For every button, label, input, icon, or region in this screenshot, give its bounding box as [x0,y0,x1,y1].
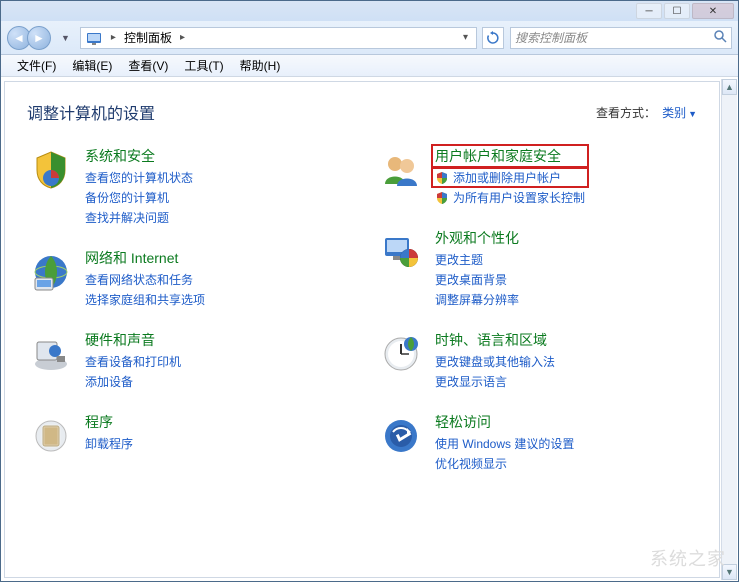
category-link[interactable]: 添加设备 [85,373,181,390]
category-link[interactable]: 查找并解决问题 [85,209,193,226]
chevron-down-icon[interactable]: ▾ [459,32,472,43]
page-title: 调整计算机的设置 [27,100,155,124]
chevron-right-icon: ▸ [176,32,189,43]
category-icon [377,228,425,276]
link-text: 查看您的计算机状态 [85,169,193,186]
minimize-button[interactable]: ─ [636,3,662,19]
category-icon [27,330,75,378]
title-bar: ─ ☐ ✕ [1,1,738,21]
category-title[interactable]: 轻松访问 [435,412,574,432]
category-icon [27,146,75,194]
link-text: 更改键盘或其他输入法 [435,353,555,370]
link-text: 添加或删除用户帐户 [453,169,561,186]
link-text: 卸载程序 [85,435,133,452]
category-title[interactable]: 系统和安全 [85,146,193,166]
link-text: 查找并解决问题 [85,209,169,226]
category-link[interactable]: 更改键盘或其他输入法 [435,353,555,370]
content-area: 调整计算机的设置 查看方式： 类别▼ 系统和安全查看您的计算机状态备份您的计算机… [4,81,720,578]
category-title[interactable]: 用户帐户和家庭安全 [431,144,589,168]
category-title[interactable]: 网络和 Internet [85,248,205,268]
link-text: 选择家庭组和共享选项 [85,291,205,308]
search-icon[interactable] [713,29,727,46]
category-title[interactable]: 外观和个性化 [435,228,519,248]
menu-file[interactable]: 文件(F) [9,57,64,74]
scroll-down-button[interactable]: ▼ [722,564,737,580]
menu-bar: 文件(F) 编辑(E) 查看(V) 工具(T) 帮助(H) [1,55,738,77]
nav-forward-button[interactable]: ► [27,26,51,50]
category-item: 系统和安全查看您的计算机状态备份您的计算机查找并解决问题 [27,146,347,226]
view-mode-dropdown[interactable]: 类别▼ [662,104,697,121]
category-icon [27,248,75,296]
category-item: 硬件和声音查看设备和打印机添加设备 [27,330,347,390]
category-link[interactable]: 卸载程序 [85,435,133,452]
category-item: 用户帐户和家庭安全添加或删除用户帐户为所有用户设置家长控制 [377,146,697,206]
category-icon [27,412,75,460]
category-item: 程序卸载程序 [27,412,347,460]
link-text: 查看设备和打印机 [85,353,181,370]
chevron-right-icon: ▸ [107,32,120,43]
category-link[interactable]: 为所有用户设置家长控制 [435,189,585,206]
link-text: 更改显示语言 [435,373,507,390]
category-link[interactable]: 查看设备和打印机 [85,353,181,370]
scrollbar[interactable]: ▲ ▼ [721,79,737,580]
breadcrumb-item[interactable]: 控制面板 [124,29,172,46]
menu-tools[interactable]: 工具(T) [176,57,231,74]
category-item: 外观和个性化更改主题更改桌面背景调整屏幕分辨率 [377,228,697,308]
link-text: 查看网络状态和任务 [85,271,193,288]
link-text: 为所有用户设置家长控制 [453,189,585,206]
category-link[interactable]: 优化视频显示 [435,455,574,472]
breadcrumb[interactable]: ▸ 控制面板 ▸ ▾ [80,27,477,49]
category-link[interactable]: 备份您的计算机 [85,189,193,206]
shield-icon [435,171,449,185]
menu-help[interactable]: 帮助(H) [232,57,289,74]
category-link[interactable]: 更改显示语言 [435,373,555,390]
category-title[interactable]: 硬件和声音 [85,330,181,350]
category-icon [377,412,425,460]
control-panel-icon [85,29,103,47]
category-item: 网络和 Internet 查看网络状态和任务选择家庭组和共享选项 [27,248,347,308]
link-text: 使用 Windows 建议的设置 [435,435,574,452]
category-icon [377,330,425,378]
link-text: 添加设备 [85,373,133,390]
category-link[interactable]: 查看网络状态和任务 [85,271,205,288]
category-item: 时钟、语言和区域更改键盘或其他输入法更改显示语言 [377,330,697,390]
link-text: 备份您的计算机 [85,189,169,206]
category-link[interactable]: 查看您的计算机状态 [85,169,193,186]
category-title[interactable]: 时钟、语言和区域 [435,330,555,350]
link-text: 更改主题 [435,251,483,268]
category-link[interactable]: 调整屏幕分辨率 [435,291,519,308]
scroll-up-button[interactable]: ▲ [722,79,737,95]
view-label: 查看方式： [596,104,656,121]
link-text: 更改桌面背景 [435,271,507,288]
search-placeholder: 搜索控制面板 [515,29,587,46]
link-text: 优化视频显示 [435,455,507,472]
refresh-button[interactable] [482,27,504,49]
category-link[interactable]: 添加或删除用户帐户 [431,167,589,188]
search-input[interactable]: 搜索控制面板 [510,27,732,49]
nav-history-dropdown[interactable]: ▼ [57,33,74,43]
shield-icon [435,191,449,205]
category-icon [377,146,425,194]
category-title[interactable]: 程序 [85,412,133,432]
link-text: 调整屏幕分辨率 [435,291,519,308]
menu-view[interactable]: 查看(V) [120,57,176,74]
category-link[interactable]: 使用 Windows 建议的设置 [435,435,574,452]
maximize-button[interactable]: ☐ [664,3,690,19]
close-button[interactable]: ✕ [692,3,734,19]
category-link[interactable]: 选择家庭组和共享选项 [85,291,205,308]
category-link[interactable]: 更改主题 [435,251,519,268]
nav-bar: ◄ ► ▼ ▸ 控制面板 ▸ ▾ 搜索控制面板 [1,21,738,55]
category-item: 轻松访问使用 Windows 建议的设置优化视频显示 [377,412,697,472]
menu-edit[interactable]: 编辑(E) [64,57,120,74]
category-link[interactable]: 更改桌面背景 [435,271,519,288]
